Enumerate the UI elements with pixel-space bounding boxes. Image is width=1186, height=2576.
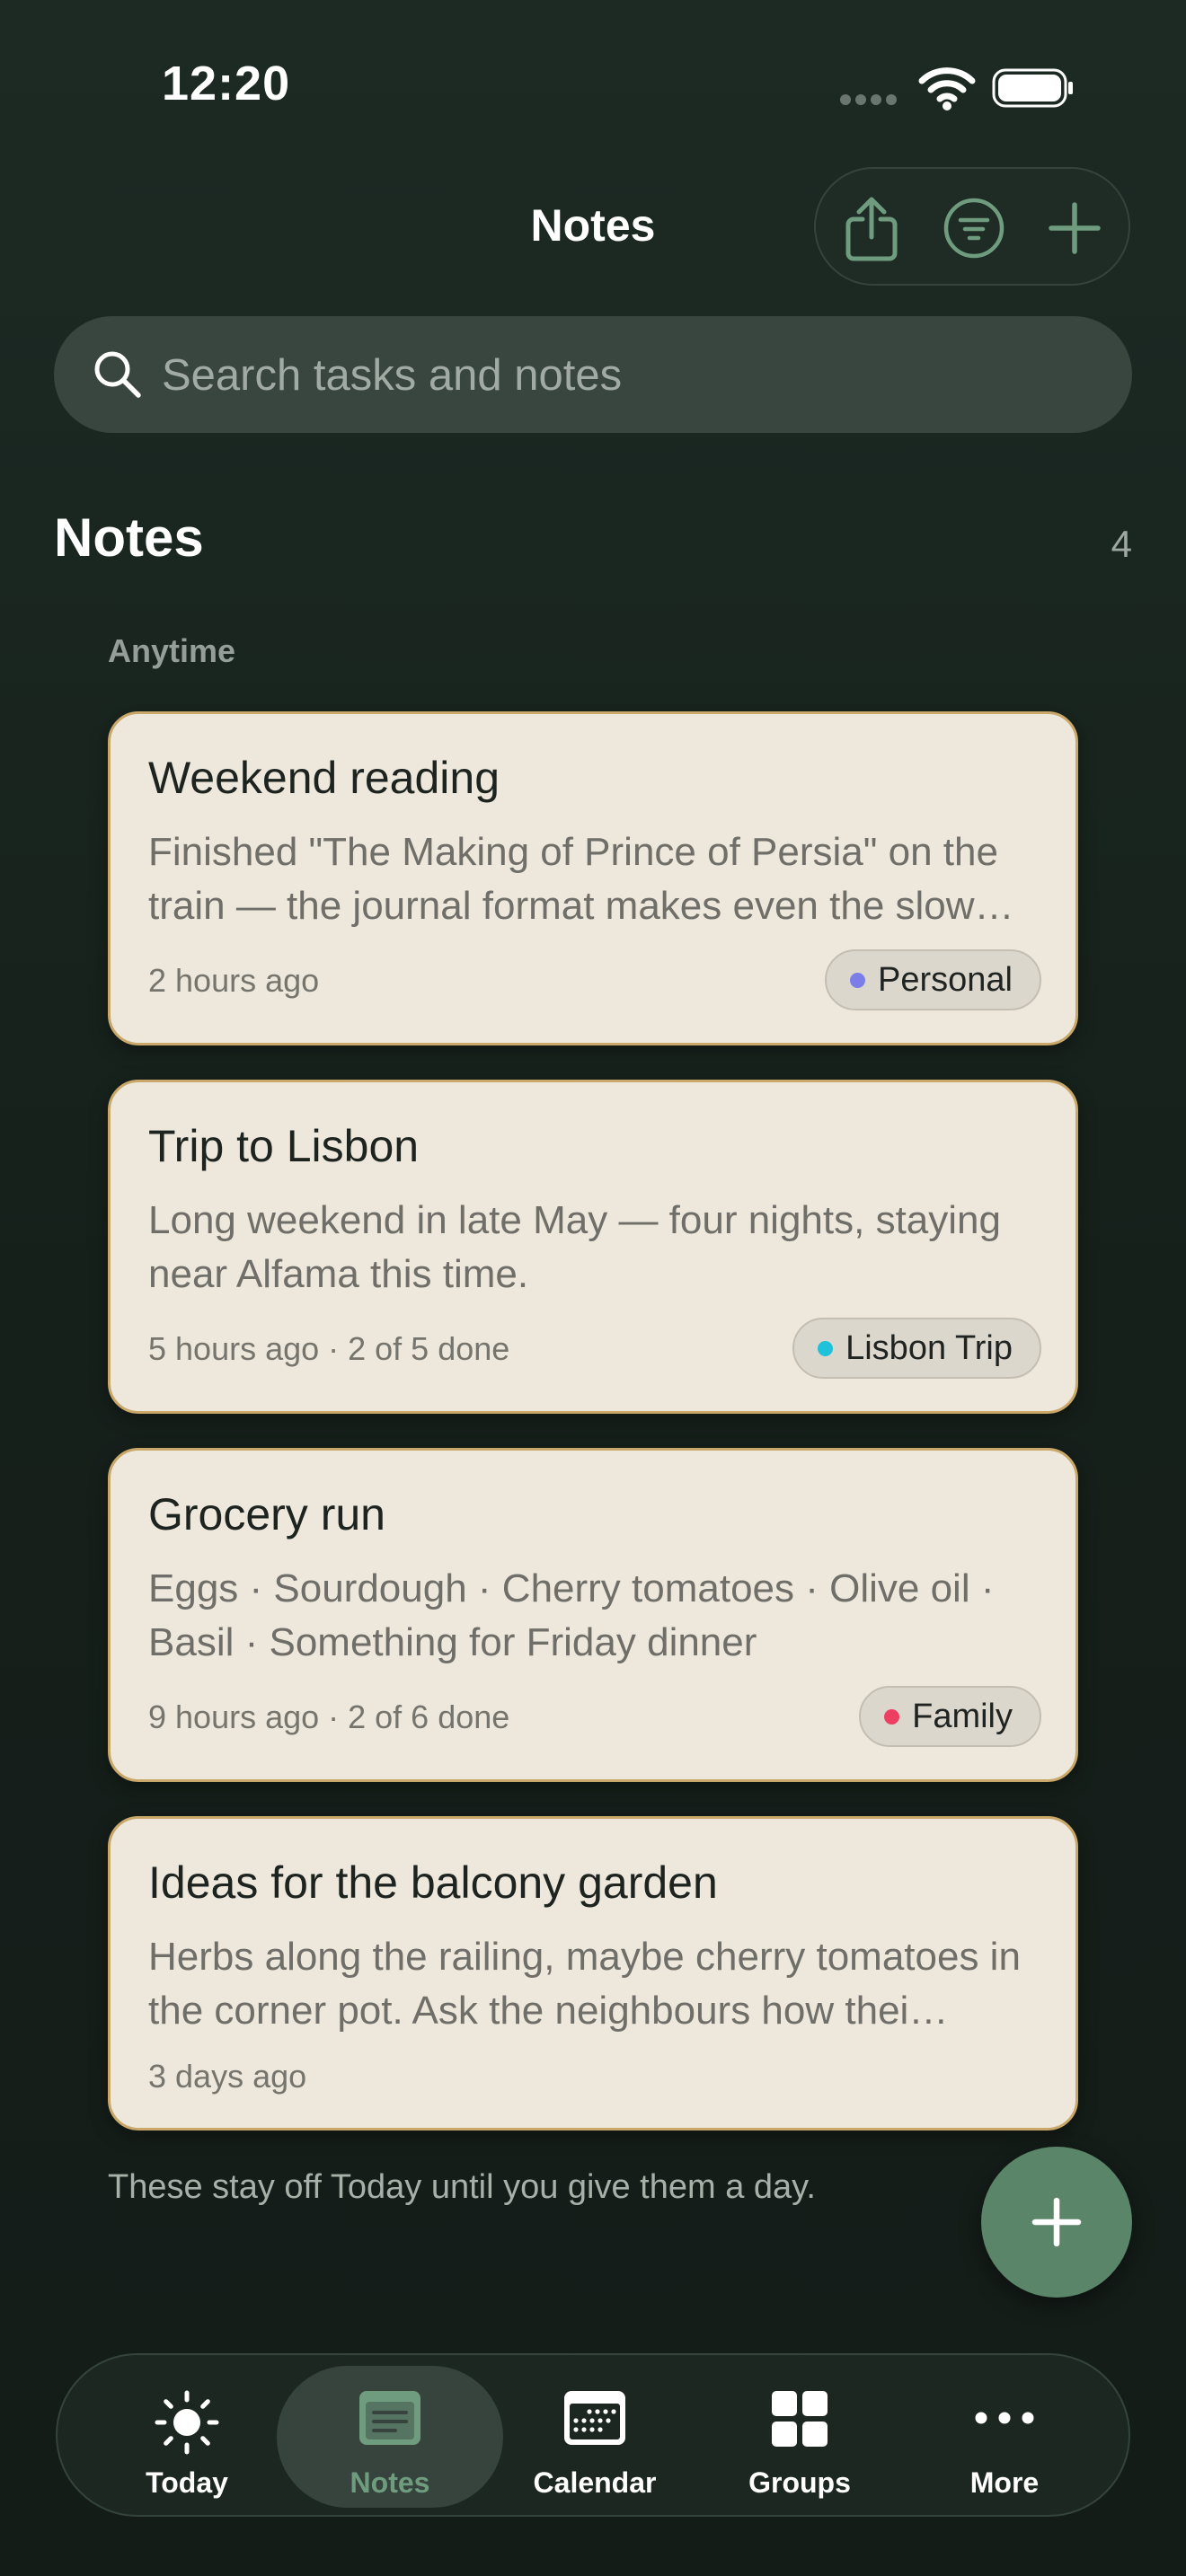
sun-icon <box>155 2390 219 2455</box>
cellular-signal-icon <box>840 93 901 106</box>
tag-chip[interactable]: Personal <box>825 949 1041 1010</box>
note-body: Herbs along the railing, maybe cherry to… <box>148 1935 1021 2033</box>
tab-label: Today <box>146 2466 228 2499</box>
plus-icon <box>1031 2197 1082 2247</box>
note-meta: 2 hours ago <box>148 962 320 999</box>
note-meta: 9 hours ago · 2 of 6 done <box>148 1698 510 1735</box>
tag-chip[interactable]: Lisbon Trip <box>792 1318 1041 1379</box>
tag-color-dot <box>818 1340 834 1356</box>
note-title: Ideas for the balcony garden <box>148 1857 718 1908</box>
groups-icon <box>772 2391 828 2447</box>
note-body: Finished "The Making of Prince of Persia… <box>148 830 1014 928</box>
note-card[interactable]: Trip to Lisbon Long weekend in late May … <box>108 1080 1078 1414</box>
filter-button[interactable] <box>934 189 1013 268</box>
note-title: Weekend reading <box>148 753 500 803</box>
tab-notes[interactable]: Notes <box>277 2366 503 2508</box>
tab-today[interactable]: Today <box>74 2366 300 2508</box>
new-note-button[interactable] <box>981 2147 1132 2298</box>
more-icon <box>975 2412 1034 2424</box>
search-icon <box>94 351 141 398</box>
search-bar <box>54 316 1132 435</box>
note-body: Long weekend in late May — four nights, … <box>148 1198 1001 1296</box>
share-icon <box>845 197 898 261</box>
toolbar <box>814 167 1130 286</box>
tab-calendar[interactable]: Calendar <box>482 2366 708 2508</box>
tag-color-dot <box>884 1708 900 1725</box>
tag-label: Personal <box>878 960 1013 999</box>
note-card[interactable]: Grocery run Eggs · Sourdough · Cherry to… <box>108 1448 1078 1782</box>
tab-label: Calendar <box>533 2466 657 2499</box>
tag-color-dot <box>850 972 866 988</box>
add-button[interactable] <box>1035 189 1114 268</box>
footer-note: These stay off Today until you give them… <box>108 2168 816 2206</box>
note-card[interactable]: Ideas for the balcony garden Herbs along… <box>108 1816 1078 2130</box>
note-meta: 5 hours ago · 2 of 5 done <box>148 1330 510 1367</box>
note-meta: 3 days ago <box>148 2058 307 2095</box>
note-card[interactable]: Weekend reading Finished "The Making of … <box>108 711 1078 1045</box>
section-count: 4 <box>1111 523 1132 565</box>
tab-more[interactable]: More <box>891 2366 1118 2508</box>
group-label: Anytime <box>108 632 236 669</box>
share-button[interactable] <box>832 189 911 268</box>
battery-icon <box>992 68 1073 108</box>
section-title: Notes <box>54 507 204 568</box>
wifi-icon <box>918 67 976 110</box>
plus-icon <box>1049 202 1101 254</box>
tab-label: Notes <box>350 2466 430 2499</box>
note-title: Trip to Lisbon <box>148 1121 420 1171</box>
search-input[interactable] <box>160 316 1098 435</box>
tag-label: Family <box>912 1697 1013 1735</box>
tab-bar: Today Notes Calendar Groups More <box>56 2353 1130 2517</box>
note-title: Grocery run <box>148 1489 385 1539</box>
tag-label: Lisbon Trip <box>845 1328 1013 1367</box>
tab-label: Groups <box>748 2466 851 2499</box>
filter-icon <box>943 198 1005 259</box>
status-time: 12:20 <box>162 57 291 110</box>
note-body: Eggs · Sourdough · Cherry tomatoes · Oli… <box>148 1566 995 1664</box>
tag-chip[interactable]: Family <box>859 1686 1041 1747</box>
tab-groups[interactable]: Groups <box>686 2366 913 2508</box>
calendar-icon <box>564 2391 625 2445</box>
tab-label: More <box>969 2466 1040 2499</box>
notes-icon <box>359 2391 420 2445</box>
